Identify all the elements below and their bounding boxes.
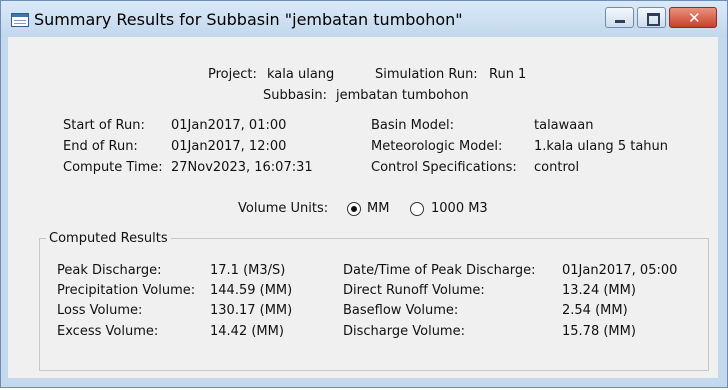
- app-window-icon: [11, 13, 29, 27]
- precipitation-volume-value: 144.59 (MM): [210, 283, 293, 298]
- basin-model-label: Basin Model:: [371, 118, 455, 133]
- end-of-run-value: 01Jan2017, 12:00: [171, 139, 287, 154]
- volume-units-label: Volume Units:: [238, 201, 329, 216]
- end-of-run-label: End of Run:: [63, 139, 138, 154]
- radio-selected-dot: [351, 206, 357, 212]
- baseflow-volume-label: Baseflow Volume:: [343, 303, 459, 318]
- radio-mm-label[interactable]: MM: [367, 201, 389, 216]
- simulation-run-label: Simulation Run:: [375, 67, 478, 82]
- window-title: Summary Results for Subbasin "jembatan t…: [34, 10, 463, 29]
- excess-volume-label: Excess Volume:: [57, 324, 159, 339]
- minimize-icon: [615, 20, 625, 23]
- summary-results-window: Summary Results for Subbasin "jembatan t…: [0, 0, 728, 388]
- close-button[interactable]: ✕: [669, 7, 717, 28]
- start-of-run-value: 01Jan2017, 01:00: [171, 118, 287, 133]
- loss-volume-label: Loss Volume:: [57, 303, 143, 318]
- meteorologic-model-label: Meteorologic Model:: [371, 139, 503, 154]
- maximize-button[interactable]: [637, 7, 666, 28]
- compute-time-value: 27Nov2023, 16:07:31: [171, 160, 313, 175]
- baseflow-volume-value: 2.54 (MM): [562, 303, 628, 318]
- radio-mm[interactable]: [347, 202, 361, 216]
- maximize-icon: [647, 13, 660, 26]
- discharge-volume-label: Discharge Volume:: [343, 324, 465, 339]
- dialog-content: Project: kala ulang Simulation Run: Run …: [8, 37, 718, 378]
- subbasin-label: Subbasin:: [263, 88, 327, 103]
- control-specifications-label: Control Specifications:: [371, 160, 517, 175]
- direct-runoff-volume-value: 13.24 (MM): [562, 283, 636, 298]
- radio-1000-m3-label[interactable]: 1000 M3: [431, 201, 488, 216]
- control-specifications-value: control: [534, 160, 580, 175]
- discharge-volume-value: 15.78 (MM): [562, 324, 636, 339]
- project-value: kala ulang: [267, 67, 335, 82]
- project-label: Project:: [208, 67, 257, 82]
- radio-1000-m3[interactable]: [410, 202, 424, 216]
- simulation-run-value: Run 1: [489, 67, 527, 82]
- loss-volume-value: 130.17 (MM): [210, 303, 293, 318]
- computed-results-label: Computed Results: [46, 231, 171, 246]
- precipitation-volume-label: Precipitation Volume:: [57, 283, 196, 298]
- peak-discharge-label: Peak Discharge:: [57, 263, 162, 278]
- peak-time-value: 01Jan2017, 05:00: [562, 263, 678, 278]
- peak-time-label: Date/Time of Peak Discharge:: [343, 263, 536, 278]
- basin-model-value: talawaan: [534, 118, 594, 133]
- direct-runoff-volume-label: Direct Runoff Volume:: [343, 283, 485, 298]
- peak-discharge-value: 17.1 (M3/S): [210, 263, 286, 278]
- close-icon: ✕: [688, 9, 701, 27]
- excess-volume-value: 14.42 (MM): [210, 324, 284, 339]
- start-of-run-label: Start of Run:: [63, 118, 145, 133]
- meteorologic-model-value: 1.kala ulang 5 tahun: [534, 139, 669, 154]
- title-bar[interactable]: Summary Results for Subbasin "jembatan t…: [1, 1, 727, 37]
- compute-time-label: Compute Time:: [63, 160, 163, 175]
- minimize-button[interactable]: [605, 7, 634, 28]
- subbasin-value: jembatan tumbohon: [336, 88, 469, 103]
